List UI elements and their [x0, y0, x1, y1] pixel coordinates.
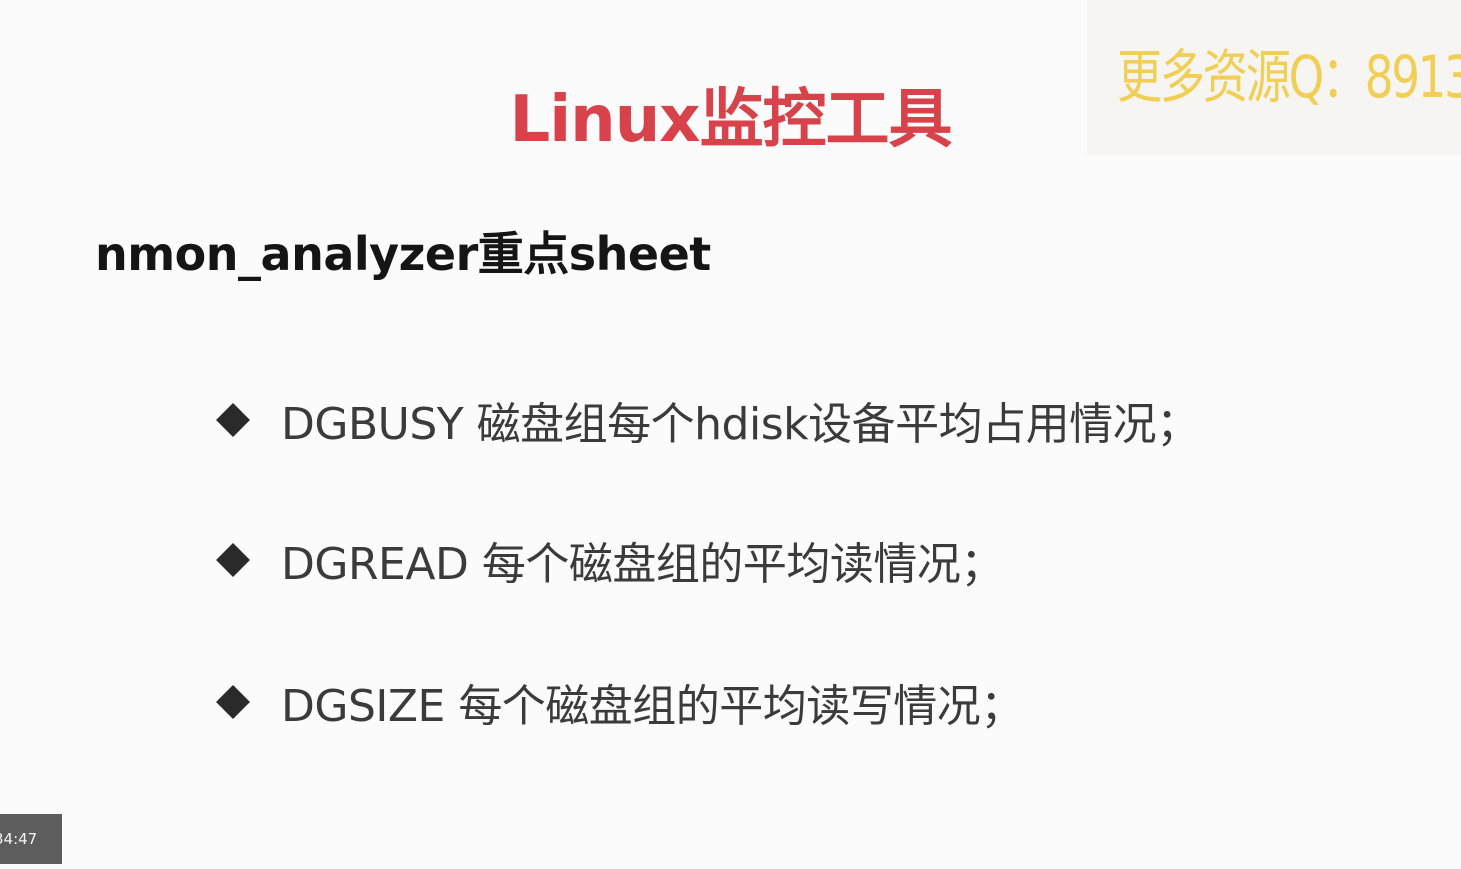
slide-subtitle: nmon_analyzer重点sheet [95, 227, 711, 281]
slide-title: Linux监控工具 [509, 83, 952, 157]
diamond-bullet-icon [216, 543, 250, 577]
bullet-list: DGBUSY 磁盘组每个hdisk设备平均占用情况； DGREAD 每个磁盘组的… [215, 388, 1200, 810]
bullet-text: DGREAD 每个磁盘组的平均读情况； [281, 539, 1004, 590]
list-item: DGSIZE 每个磁盘组的平均读写情况； [215, 670, 1200, 734]
diamond-bullet-icon [216, 685, 250, 719]
bullet-text: DGSIZE 每个磁盘组的平均读写情况； [281, 681, 1024, 732]
video-timestamp: 34:47 [0, 814, 62, 864]
bullet-text: DGBUSY 磁盘组每个hdisk设备平均占用情况； [281, 399, 1200, 450]
list-item: DGBUSY 磁盘组每个hdisk设备平均占用情况； [215, 388, 1200, 452]
list-item: DGREAD 每个磁盘组的平均读情况； [215, 528, 1200, 592]
diamond-bullet-icon [216, 403, 250, 437]
slide-canvas: 更多资源Q：89137 Linux监控工具 nmon_analyzer重点she… [0, 0, 1461, 869]
